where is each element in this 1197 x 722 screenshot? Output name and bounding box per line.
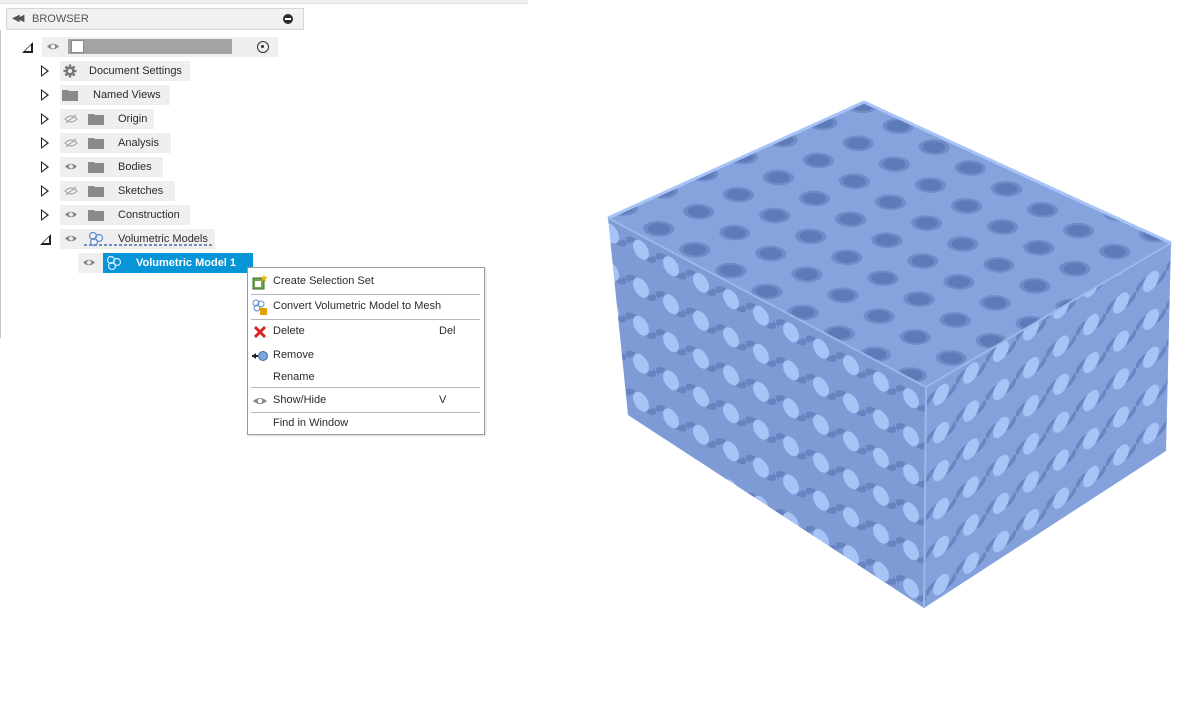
tree-item-construction[interactable]: Construction: [40, 205, 195, 225]
menu-item-create-selection-set[interactable]: Create Selection Set: [248, 272, 484, 292]
volumetric-model-icon: [106, 255, 122, 274]
expand-icon[interactable]: [40, 88, 51, 102]
tree-item-label: Bodies: [118, 161, 152, 173]
menu-separator: [251, 319, 480, 320]
menu-item-find-in-window[interactable]: Find in Window: [248, 414, 484, 434]
document-icon: [71, 40, 84, 53]
tree-item-label: Named Views: [93, 89, 161, 101]
menu-separator: [251, 294, 480, 295]
browser-title: BROWSER: [32, 13, 89, 25]
tree-item-sketches[interactable]: Sketches: [40, 181, 180, 201]
eye-icon[interactable]: [82, 258, 96, 267]
eye-icon[interactable]: [64, 234, 78, 243]
tree-item-label: Volumetric Model 1: [136, 257, 237, 269]
tree-item-origin[interactable]: Origin: [40, 109, 160, 129]
menu-item-delete[interactable]: Delete Del: [248, 322, 484, 342]
root-name-field[interactable]: [68, 39, 232, 54]
eye-icon: [252, 393, 268, 409]
collapse-panel-icon[interactable]: ◀◀: [12, 12, 26, 26]
menu-separator: [251, 412, 480, 413]
folder-icon: [88, 113, 104, 125]
eye-icon[interactable]: [46, 42, 60, 51]
tree-item-bodies[interactable]: Bodies: [40, 157, 170, 177]
tree-item-label: Analysis: [118, 137, 159, 149]
menu-item-convert-to-mesh[interactable]: Convert Volumetric Model to Mesh: [248, 297, 484, 317]
tree-item-analysis[interactable]: Analysis: [40, 133, 175, 153]
dashed-underline: [84, 244, 214, 246]
eye-icon[interactable]: [64, 210, 78, 219]
menu-item-remove[interactable]: Remove: [248, 346, 484, 366]
folder-icon: [88, 209, 104, 221]
minimize-icon[interactable]: [283, 14, 293, 24]
expand-icon[interactable]: [40, 112, 51, 126]
menu-separator: [251, 387, 480, 388]
model-viewport[interactable]: [596, 92, 1196, 622]
browser-header: ◀◀ BROWSER: [6, 8, 304, 30]
gear-icon: [63, 64, 77, 81]
menu-item-rename[interactable]: Rename: [248, 368, 484, 388]
convert-mesh-icon: [252, 299, 268, 315]
tree-item-label: Document Settings: [89, 65, 182, 77]
top-divider: [0, 0, 528, 4]
eye-hidden-icon[interactable]: [64, 114, 78, 124]
tree-item-label: Origin: [118, 113, 148, 125]
delete-icon: [252, 324, 268, 340]
eye-icon[interactable]: [64, 162, 78, 171]
eye-hidden-icon[interactable]: [64, 186, 78, 196]
folder-icon: [88, 185, 104, 197]
menu-item-show-hide[interactable]: Show/Hide V: [248, 391, 484, 411]
activate-radio-icon[interactable]: [257, 41, 269, 53]
root-expander[interactable]: [22, 40, 33, 54]
expand-icon[interactable]: [40, 64, 51, 78]
volumetric-model-icon: [88, 231, 104, 250]
context-menu: Create Selection Set Convert Volumetric …: [247, 267, 485, 435]
expand-icon[interactable]: [40, 208, 51, 222]
expand-icon[interactable]: [40, 184, 51, 198]
folder-icon: [62, 89, 78, 101]
tree-item-document-settings[interactable]: Document Settings: [40, 61, 200, 81]
tree-item-label: Construction: [118, 209, 180, 221]
collapse-icon[interactable]: [40, 232, 51, 246]
folder-icon: [88, 137, 104, 149]
expand-icon[interactable]: [40, 160, 51, 174]
panel-border: [0, 30, 1, 338]
tree-item-named-views[interactable]: Named Views: [40, 85, 180, 105]
folder-icon: [88, 161, 104, 173]
eye-hidden-icon[interactable]: [64, 138, 78, 148]
tree-item-label: Sketches: [118, 185, 164, 197]
remove-icon: [252, 348, 268, 364]
expand-icon[interactable]: [40, 136, 51, 150]
tree-item-volumetric-models[interactable]: Volumetric Models: [40, 229, 220, 249]
selection-set-icon: [252, 274, 268, 290]
